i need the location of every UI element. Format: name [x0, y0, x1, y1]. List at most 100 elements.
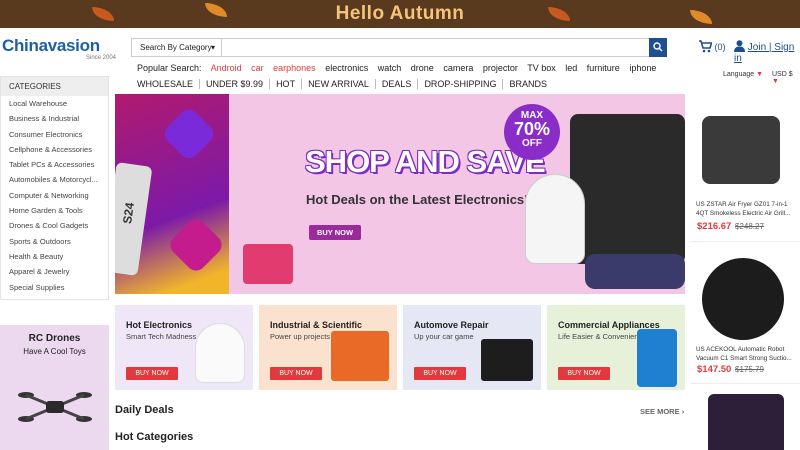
hero-banner[interactable]: S24 SHOP AND SAVE Hot Deals on the Lates…: [115, 94, 685, 294]
popular-search-link[interactable]: projector: [483, 63, 518, 73]
sidebar-item-apparel[interactable]: Apparel & Jewelry: [1, 264, 108, 279]
see-more-label: SEE MORE: [640, 407, 680, 416]
search-icon: [653, 42, 663, 52]
product-image: [702, 116, 780, 184]
tile-hot-electronics[interactable]: Hot Electronics Smart Tech Madness BUY N…: [115, 305, 253, 390]
user-icon: [734, 40, 745, 52]
tile-subtitle: Up your car game: [414, 332, 474, 341]
promo-title: RC Drones: [28, 333, 81, 344]
popular-search-link[interactable]: car: [251, 63, 264, 73]
hero-buy-now-button[interactable]: BUY NOW: [309, 225, 361, 240]
hero-subheading: Hot Deals on the Latest Electronics!: [306, 192, 529, 207]
search-category-label: Search By Category: [140, 43, 212, 52]
sidebar-item-computer[interactable]: Computer & Networking: [1, 188, 108, 203]
nav-item-hot[interactable]: HOT: [269, 79, 301, 89]
product-old-price: $175.79: [735, 365, 764, 374]
cart-icon: [699, 40, 713, 53]
nav-item-deals[interactable]: DEALS: [374, 79, 418, 89]
sidebar-item-sports[interactable]: Sports & Outdoors: [1, 234, 108, 249]
tile-subtitle: Smart Tech Madness: [126, 332, 197, 341]
sidebar-item-health[interactable]: Health & Beauty: [1, 249, 108, 264]
tile-commercial-appliances[interactable]: Commercial Appliances Life Easier & Conv…: [547, 305, 685, 390]
product-image: [702, 258, 784, 340]
tile-buy-now-button[interactable]: BUY NOW: [126, 367, 178, 380]
sidebar-item-automobiles[interactable]: Automobiles & Motorcycl...: [1, 172, 108, 187]
badge-line2: 70%: [513, 119, 551, 139]
banner-title: Hello Autumn: [335, 3, 465, 24]
search-bar: Search By Category ▾: [131, 38, 667, 57]
promo-subtitle: Have A Cool Toys: [23, 347, 86, 356]
sidebar-item-cellphone[interactable]: Cellphone & Accessories: [1, 142, 108, 157]
cart-button[interactable]: (0): [698, 40, 726, 53]
sidebar-item-consumer-electronics[interactable]: Consumer Electronics: [1, 127, 108, 142]
autumn-banner[interactable]: Hello Autumn: [0, 0, 800, 28]
hero-heading: SHOP AND SAVE: [305, 144, 546, 179]
product-card[interactable]: US ZSTAR Air Fryer GZ01 7-in-1 4QT Smoke…: [690, 94, 800, 242]
sidebar-heading: CATEGORIES: [1, 77, 108, 96]
sidebar-item-business-industrial[interactable]: Business & Industrial: [1, 111, 108, 126]
popular-search-link[interactable]: earphones: [273, 63, 316, 73]
popular-search-link[interactable]: iphone: [629, 63, 656, 73]
product-card[interactable]: US ACEKOOL Automatic Robot Vacuum C1 Sma…: [690, 244, 800, 384]
sidebar-item-special-supplies[interactable]: Special Supplies: [1, 280, 108, 295]
account-link[interactable]: Join | Sign in: [734, 40, 800, 64]
popular-search-link[interactable]: drone: [411, 63, 434, 73]
popular-search-link[interactable]: camera: [443, 63, 473, 73]
tile-subtitle: Life Easier & Convenient: [558, 332, 641, 341]
dehumidifier-image: [637, 329, 677, 387]
tile-buy-now-button[interactable]: BUY NOW: [558, 367, 610, 380]
nav-item-under-999[interactable]: UNDER $9.99: [199, 79, 269, 89]
popular-searches: Popular Search: Android car earphones el…: [137, 63, 663, 73]
product-name[interactable]: US ZSTAR Air Fryer GZ01 7-in-1 4QT Smoke…: [696, 200, 796, 218]
daily-deals-heading: Daily Deals: [115, 404, 174, 416]
language-select[interactable]: Language ▼: [723, 71, 763, 78]
search-category-select[interactable]: Search By Category ▾: [132, 39, 222, 56]
popular-search-link[interactable]: Android: [211, 63, 242, 73]
product-price: $147.50: [697, 364, 732, 375]
product-name[interactable]: US ACEKOOL Automatic Robot Vacuum C1 Sma…: [696, 345, 796, 363]
fuel-tank-image: [481, 339, 533, 381]
discount-badge: MAX 70% OFF: [504, 104, 560, 160]
popular-search-link[interactable]: electronics: [325, 63, 368, 73]
sidebar-item-drones[interactable]: Drones & Cool Gadgets: [1, 218, 108, 233]
currency-label: USD $: [772, 71, 793, 78]
chevron-right-icon: ›: [681, 407, 685, 416]
sidebar-item-tablet[interactable]: Tablet PCs & Accessories: [1, 157, 108, 172]
drone-icon: [18, 392, 92, 422]
tile-industrial-scientific[interactable]: Industrial & Scientific Power up project…: [259, 305, 397, 390]
site-logo[interactable]: Chinavasion: [2, 36, 100, 56]
search-button[interactable]: [649, 38, 667, 57]
logo-tagline: Since 2004: [86, 55, 117, 61]
sidebar-item-local-warehouse[interactable]: Local Warehouse: [1, 96, 108, 111]
popular-search-link[interactable]: TV box: [527, 63, 556, 73]
tile-automove-repair[interactable]: Automove Repair Up your car game BUY NOW: [403, 305, 541, 390]
popular-search-link[interactable]: watch: [378, 63, 402, 73]
popular-label: Popular Search:: [137, 63, 202, 73]
camera-image: [525, 174, 585, 264]
see-more-link[interactable]: SEE MORE ›: [640, 407, 684, 416]
tile-title: Industrial & Scientific: [270, 320, 363, 330]
phone-image: [570, 114, 685, 264]
product-image: [708, 394, 784, 450]
sidebar-item-home-garden[interactable]: Home Garden & Tools: [1, 203, 108, 218]
tile-subtitle: Power up projects: [270, 332, 331, 341]
rc-drones-promo[interactable]: RC Drones Have A Cool Toys: [0, 325, 109, 450]
tile-buy-now-button[interactable]: BUY NOW: [414, 367, 466, 380]
search-input[interactable]: [224, 39, 644, 56]
nav-item-brands[interactable]: BRANDS: [502, 79, 553, 89]
gift-icon: [243, 244, 293, 284]
currency-select[interactable]: USD $ ▼: [772, 71, 800, 85]
tile-title: Automove Repair: [414, 320, 489, 330]
nav-item-new-arrival[interactable]: NEW ARRIVAL: [301, 79, 375, 89]
nav-item-wholesale[interactable]: WHOLESALE: [137, 79, 199, 89]
badge-line3: OFF: [522, 138, 542, 149]
product-price: $216.67: [697, 221, 732, 232]
popular-search-link[interactable]: led: [565, 63, 577, 73]
top-nav: WHOLESALE UNDER $9.99 HOT NEW ARRIVAL DEALS D…: [137, 79, 553, 89]
featured-products: US ZSTAR Air Fryer GZ01 7-in-1 4QT Smoke…: [690, 94, 800, 450]
nav-item-drop-shipping[interactable]: DROP-SHIPPING: [417, 79, 502, 89]
tile-buy-now-button[interactable]: BUY NOW: [270, 367, 322, 380]
product-old-price: $248.27: [735, 222, 764, 231]
popular-search-link[interactable]: furniture: [587, 63, 620, 73]
tile-title: Hot Electronics: [126, 320, 193, 330]
